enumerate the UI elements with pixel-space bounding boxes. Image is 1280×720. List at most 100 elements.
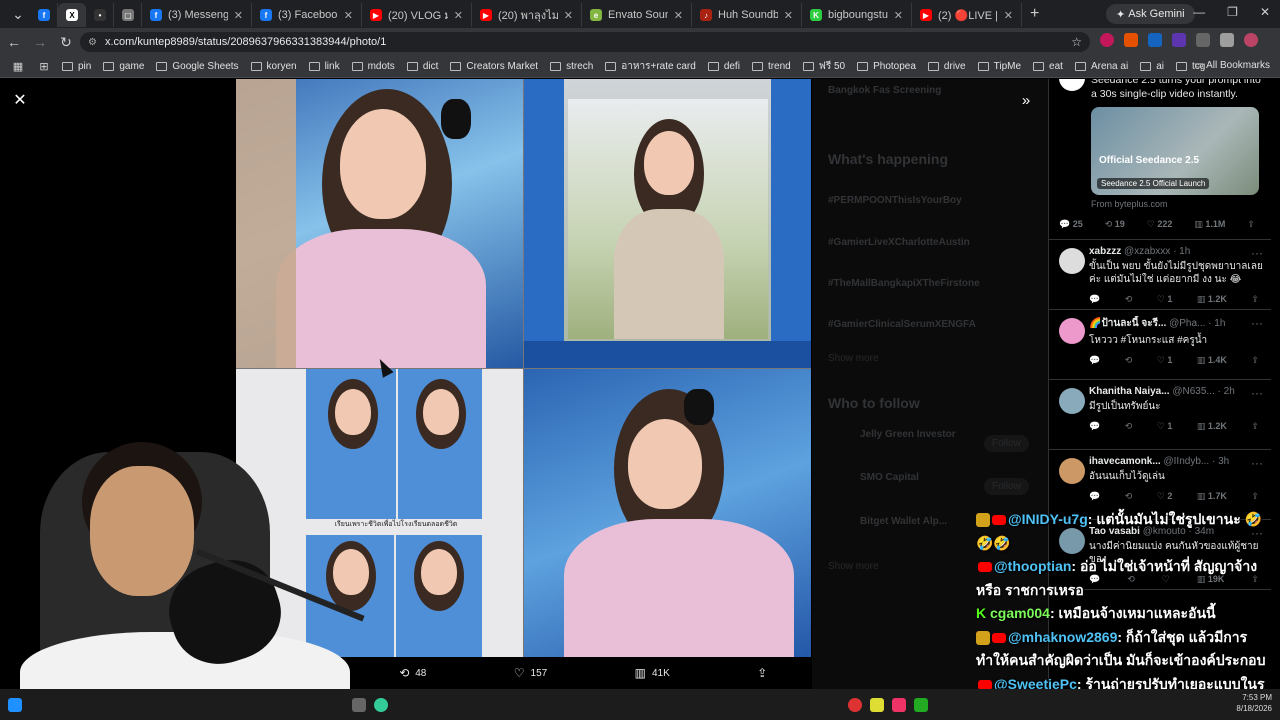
retweet-icon[interactable]: ⟲ (1125, 355, 1133, 366)
profile-avatar[interactable] (1244, 33, 1258, 47)
tray-app-icon[interactable] (914, 697, 928, 712)
bookmark-item[interactable]: drive (927, 59, 966, 74)
bookmark-item[interactable]: Photopea (857, 59, 916, 74)
ad-card-image[interactable]: Official Seedance 2.5 Seedance 2.5 Offic… (1091, 107, 1259, 195)
restore-icon[interactable]: ❐ (1227, 5, 1238, 19)
more-icon[interactable]: ··· (1251, 246, 1263, 260)
show-more-link[interactable]: Show more (828, 353, 879, 364)
start-icon[interactable] (8, 697, 22, 712)
tweet-author[interactable]: ihavecamonk... (1089, 456, 1161, 467)
like-button[interactable]: ♡ 157 (514, 666, 547, 680)
retweet-icon[interactable]: ⟲ (1125, 421, 1133, 432)
show-more-link[interactable]: Show more (828, 561, 879, 572)
close-photo-icon[interactable]: ✕ (10, 91, 30, 111)
file-explorer-icon[interactable] (352, 697, 366, 712)
tab-close-icon[interactable]: ✕ (564, 9, 573, 22)
bookmark-star-icon[interactable]: ☆ (1071, 35, 1082, 49)
expand-panel-icon[interactable]: » (1016, 91, 1036, 111)
share-icon[interactable]: ⇪ (1251, 294, 1259, 305)
bookmark-item[interactable]: Creators Market (450, 59, 538, 74)
tab-close-icon[interactable]: ✕ (1004, 9, 1013, 22)
views-button[interactable]: ▥ 41K (635, 666, 670, 680)
views-icon[interactable]: ▥ 1.2K (1197, 294, 1227, 305)
views-icon[interactable]: ▥ 1.7K (1197, 491, 1227, 502)
follow-button[interactable]: Follow (984, 478, 1029, 495)
ask-gemini-button[interactable]: ✦ Ask Gemini (1106, 4, 1195, 24)
tab-close-icon[interactable]: ✕ (344, 9, 353, 22)
bookmark-item[interactable]: strech (550, 59, 593, 74)
follow-button[interactable]: Follow (984, 435, 1029, 452)
bookmark-item[interactable]: koryen (250, 59, 297, 74)
site-info-icon[interactable]: ⚙ (88, 37, 97, 48)
retweet-button[interactable]: ⟲ 48 (399, 666, 426, 680)
views-icon[interactable]: ▥ 1.1M (1194, 219, 1225, 230)
browser-tab[interactable]: ♪ Huh Soundboard ✕ (692, 3, 802, 27)
bookmark-item[interactable]: Google Sheets (156, 59, 239, 74)
bookmark-item[interactable]: pin (62, 59, 91, 74)
browser-tab[interactable]: X (58, 3, 86, 27)
retweet-icon[interactable]: ⟲ (1125, 294, 1133, 305)
browser-icon[interactable] (374, 697, 388, 712)
like-icon[interactable]: ♡ 1 (1157, 294, 1173, 305)
views-icon[interactable]: ▥ 1.2K (1197, 421, 1227, 432)
extension-icon[interactable] (1124, 33, 1138, 47)
reply-icon[interactable]: 💬 25 (1059, 219, 1083, 230)
more-icon[interactable]: ··· (1251, 386, 1263, 400)
share-icon[interactable]: ⇪ (1251, 491, 1259, 502)
share-icon[interactable]: ⇪ (1247, 219, 1255, 230)
tweet-author[interactable]: Khanitha Naiya... (1089, 386, 1170, 397)
new-tab-button[interactable]: + (1030, 5, 1039, 23)
tab-close-icon[interactable]: ✕ (894, 9, 903, 22)
like-icon[interactable]: ♡ 1 (1157, 355, 1173, 366)
reply-tweet[interactable]: ··· xabzzz @xzabxxx · 1h ขั้นเป็น พยบ ขั้น… (1049, 240, 1271, 310)
address-bar[interactable]: ⚙ x.com/kuntep8989/status/20896379663313… (80, 32, 1090, 52)
close-window-icon[interactable]: ✕ (1260, 5, 1270, 19)
bookmark-item[interactable]: link (308, 59, 340, 74)
extension-icon[interactable] (1100, 33, 1114, 47)
views-icon[interactable]: ▥ 1.4K (1197, 355, 1227, 366)
trend-item[interactable]: #GamierClinicalSerumXENGFA (828, 319, 976, 330)
browser-tab[interactable]: ▶ (2) 🔴LIVE | คิดดี ✕ (912, 3, 1022, 27)
avatar[interactable] (1059, 458, 1085, 484)
bookmark-item[interactable]: eat (1033, 59, 1063, 74)
bookmark-item[interactable]: mdots (351, 59, 395, 74)
browser-tab[interactable]: ▢ (114, 3, 142, 27)
browser-tab[interactable]: ▶ (20) VLOG มาหาร้านอ ✕ (362, 3, 472, 27)
tweet-author[interactable]: xabzzz (1089, 246, 1121, 257)
follow-suggestion-name[interactable]: SMO Capital (860, 472, 919, 483)
tab-close-icon[interactable]: ✕ (784, 9, 793, 22)
retweet-icon[interactable]: ⟲ (1125, 491, 1133, 502)
like-icon[interactable]: ♡ 2 (1157, 491, 1173, 502)
tab-search-icon[interactable]: ⌄ (6, 6, 30, 23)
more-icon[interactable]: ··· (1251, 316, 1263, 330)
bookmark-item[interactable]: trend (751, 59, 791, 74)
reply-icon[interactable]: 💬 (1089, 294, 1100, 305)
browser-tab[interactable]: • (86, 3, 114, 27)
tab-close-icon[interactable]: ✕ (674, 9, 683, 22)
reply-icon[interactable]: 💬 (1089, 491, 1100, 502)
bookmark-item[interactable]: อาหาร+rate card (605, 59, 696, 74)
browser-tab[interactable]: ▶ (20) พาลุงไมค์กิน... ✕ (472, 3, 582, 27)
reply-tweet[interactable]: ··· Khanitha Naiya... @N635... · 2h มีรูปเ… (1049, 380, 1271, 450)
bookmark-item[interactable]: dict (406, 59, 438, 74)
tray-app-icon[interactable] (848, 697, 862, 712)
browser-tab[interactable]: f (3) Facebook ✕ (252, 3, 362, 27)
grid-icon[interactable]: ⊞ (32, 60, 56, 73)
bookmark-item[interactable]: TipMe (977, 59, 1021, 74)
follow-suggestion-name[interactable]: Bitget Wallet Alp... (860, 516, 947, 527)
share-button[interactable]: ⇪ (757, 666, 767, 680)
share-icon[interactable]: ⇪ (1251, 355, 1259, 366)
tray-app-icon[interactable] (892, 697, 906, 712)
ad-tweet[interactable]: Seedance 2.5 turns your prompt into a 30… (1049, 79, 1271, 240)
bookmark-item[interactable]: game (103, 59, 144, 74)
extension-icon[interactable] (1148, 33, 1162, 47)
apps-icon[interactable]: ▦ (6, 60, 30, 73)
more-icon[interactable]: ··· (1251, 456, 1263, 470)
reload-icon[interactable]: ↻ (54, 34, 78, 51)
bookmark-item[interactable]: defi (707, 59, 740, 74)
browser-tab[interactable]: f (3) Messenger | Fa ✕ (142, 3, 252, 27)
like-icon[interactable]: ♡ 1 (1157, 421, 1173, 432)
follow-suggestion-name[interactable]: Jelly Green Investor (860, 429, 956, 440)
retweet-icon[interactable]: ⟲ 19 (1105, 219, 1125, 230)
avatar[interactable] (1059, 388, 1085, 414)
